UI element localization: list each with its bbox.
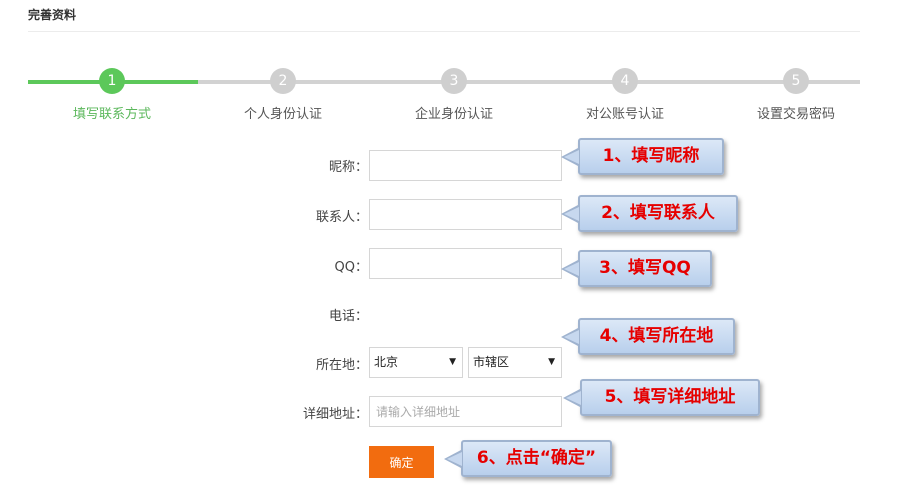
step-label: 个人身份认证 bbox=[243, 107, 322, 122]
location-label: 所在地： bbox=[315, 358, 368, 373]
callout-step-6: 6、点击“确定” bbox=[444, 440, 612, 477]
callout-step-1: 1、填写昵称 bbox=[561, 138, 724, 175]
detailed-address-input[interactable] bbox=[369, 396, 562, 427]
callout-pointer bbox=[564, 262, 579, 276]
step-label: 填写联系方式 bbox=[72, 107, 151, 122]
callout-text: 3、填写QQ bbox=[599, 258, 691, 278]
progress-stepper: 1 填写联系方式 2 个人身份认证 3 企业身份认证 4 对公账号认证 5 设置… bbox=[0, 68, 900, 128]
step-2-personal-id: 2 个人身份认证 bbox=[183, 68, 383, 122]
page-title: 完善资料 bbox=[28, 8, 77, 22]
step-number: 2 bbox=[270, 68, 296, 94]
callout-text: 6、点击“确定” bbox=[476, 448, 597, 468]
callout-text: 1、填写昵称 bbox=[602, 146, 700, 166]
callout-text: 5、填写详细地址 bbox=[604, 387, 736, 407]
callout-step-5: 5、填写详细地址 bbox=[563, 379, 760, 416]
detailed-address-label: 详细地址： bbox=[302, 407, 368, 422]
nickname-label: 昵称： bbox=[328, 160, 368, 175]
callout-pointer bbox=[566, 391, 581, 405]
district-selected-value: 市辖区 bbox=[473, 355, 510, 369]
phone-label: 电话： bbox=[328, 309, 368, 324]
step-number: 1 bbox=[99, 68, 125, 94]
callout-pointer bbox=[447, 452, 462, 466]
chevron-down-icon: ▼ bbox=[449, 357, 456, 367]
callout-step-3: 3、填写QQ bbox=[561, 250, 712, 287]
step-label: 对公账号认证 bbox=[585, 107, 664, 122]
callout-pointer bbox=[564, 150, 579, 164]
contact-person-label: 联系人： bbox=[315, 210, 368, 225]
step-1-contact-info: 1 填写联系方式 bbox=[12, 68, 212, 122]
step-number: 3 bbox=[441, 68, 467, 94]
step-5-trade-password: 5 设置交易密码 bbox=[696, 68, 896, 122]
confirm-button[interactable]: 确定 bbox=[369, 446, 434, 478]
step-label: 企业身份认证 bbox=[414, 107, 493, 122]
contact-person-input[interactable] bbox=[369, 199, 562, 230]
step-3-company-id: 3 企业身份认证 bbox=[354, 68, 554, 122]
chevron-down-icon: ▼ bbox=[548, 357, 555, 367]
callout-pointer bbox=[564, 207, 579, 221]
district-select[interactable]: 市辖区 ▼ bbox=[468, 347, 562, 378]
title-divider bbox=[28, 31, 860, 32]
callout-step-2: 2、填写联系人 bbox=[561, 195, 738, 232]
nickname-input[interactable] bbox=[369, 150, 562, 181]
step-4-corporate-account: 4 对公账号认证 bbox=[525, 68, 725, 122]
callout-text: 4、填写所在地 bbox=[599, 326, 714, 346]
step-number: 5 bbox=[783, 68, 809, 94]
qq-input[interactable] bbox=[369, 248, 562, 279]
callout-text: 2、填写联系人 bbox=[601, 203, 715, 223]
step-number: 4 bbox=[612, 68, 638, 94]
callout-step-4: 4、填写所在地 bbox=[561, 318, 735, 355]
callout-pointer bbox=[564, 330, 579, 344]
step-label: 设置交易密码 bbox=[756, 107, 835, 122]
qq-label: QQ： bbox=[334, 260, 368, 275]
province-select[interactable]: 北京 ▼ bbox=[369, 347, 463, 378]
province-selected-value: 北京 bbox=[374, 355, 399, 369]
